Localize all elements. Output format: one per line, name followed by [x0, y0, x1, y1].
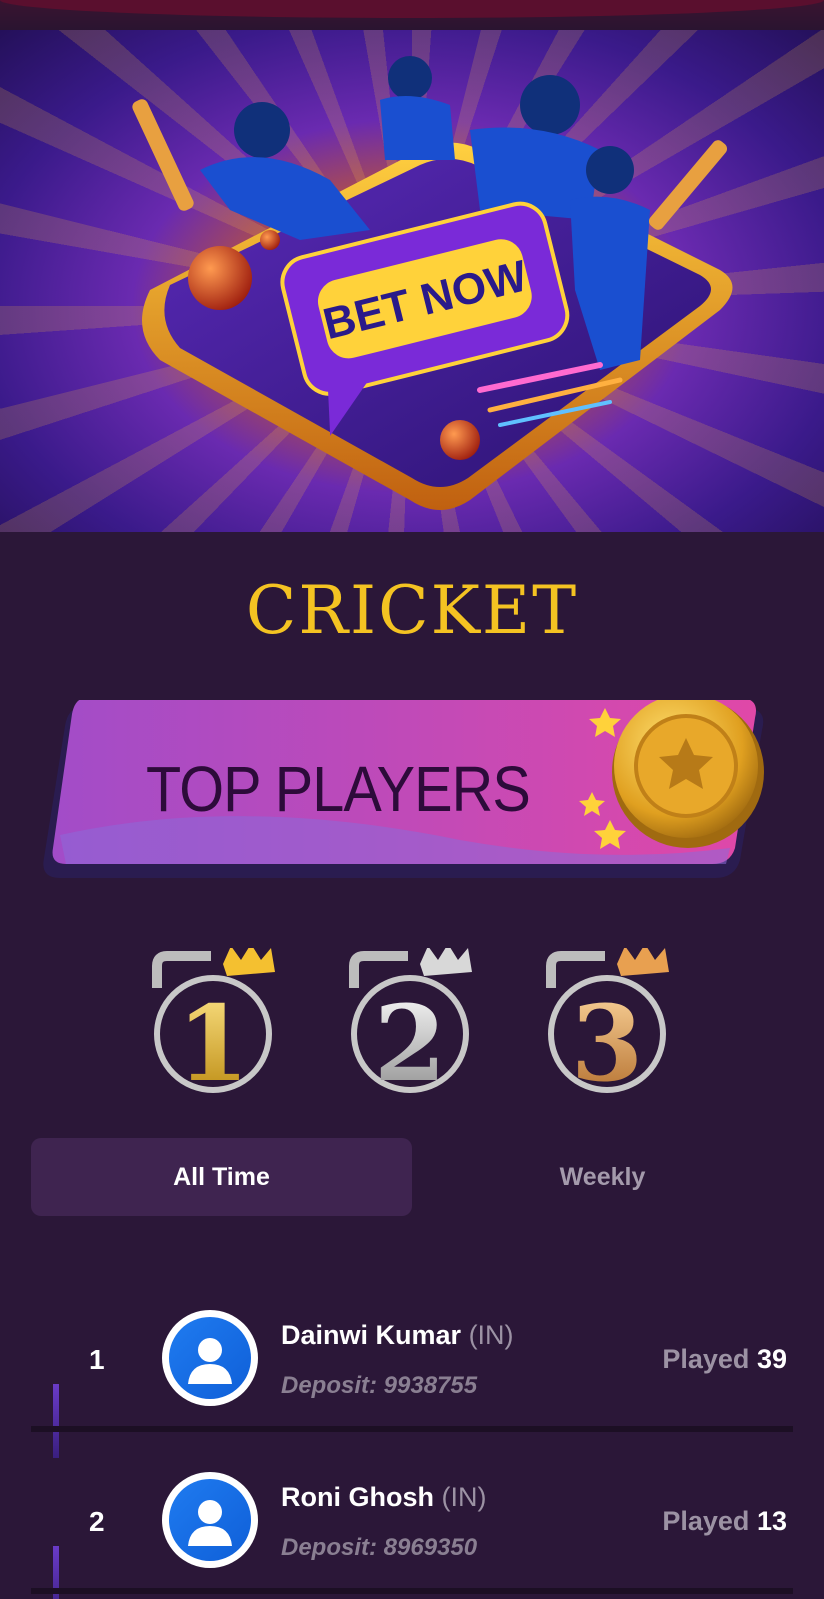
- player-name: Dainwi Kumar: [281, 1320, 462, 1350]
- tab-weekly[interactable]: Weekly: [412, 1138, 793, 1216]
- user-avatar-icon: [162, 1472, 258, 1568]
- svg-text:1: 1: [177, 982, 249, 1096]
- player-name-line: Dainwi Kumar (IN): [281, 1320, 514, 1351]
- svg-text:3: 3: [571, 982, 643, 1096]
- leaderboard-row[interactable]: 1 Dainwi Kumar (IN) Deposit: 9938755 Pla…: [31, 1304, 793, 1458]
- player-country: (IN): [441, 1482, 487, 1512]
- coin-star-icon: [612, 694, 764, 848]
- top-strip: [0, 0, 824, 30]
- rank-1-badge: 1: [151, 944, 279, 1105]
- player-name: Roni Ghosh: [281, 1482, 434, 1512]
- crown-icon: [617, 944, 669, 976]
- row-divider: [31, 1426, 793, 1432]
- row-rank: 1: [89, 1344, 105, 1375]
- leaderboard-tabs: All Time Weekly: [31, 1138, 793, 1216]
- row-divider: [31, 1588, 793, 1594]
- player-deposit: Deposit: 8969350: [281, 1534, 478, 1561]
- tab-all-time[interactable]: All Time: [31, 1138, 412, 1216]
- leaderboard-row[interactable]: 2 Roni Ghosh (IN) Deposit: 8969350 Playe…: [31, 1466, 793, 1599]
- crown-icon: [420, 944, 472, 976]
- user-avatar-icon: [162, 1310, 258, 1406]
- page-title: CRICKET: [245, 572, 579, 649]
- played-count: Played 39: [662, 1344, 787, 1374]
- player-deposit: Deposit: 9938755: [281, 1372, 478, 1399]
- rank-3-badge: 3: [545, 944, 673, 1105]
- bet-now-banner[interactable]: BET NOW: [0, 30, 824, 532]
- crown-icon: [223, 944, 275, 976]
- rank-badges: 1 2 3: [0, 944, 824, 1105]
- row-rank: 2: [89, 1506, 105, 1537]
- svg-text:2: 2: [374, 982, 446, 1096]
- player-name-line: Roni Ghosh (IN): [281, 1482, 486, 1513]
- top-players-label: TOP PLAYERS: [146, 753, 531, 825]
- played-count: Played 13: [662, 1506, 787, 1536]
- player-country: (IN): [468, 1320, 514, 1350]
- top-players-banner: TOP PLAYERS: [40, 694, 785, 900]
- rank-2-badge: 2: [348, 944, 476, 1105]
